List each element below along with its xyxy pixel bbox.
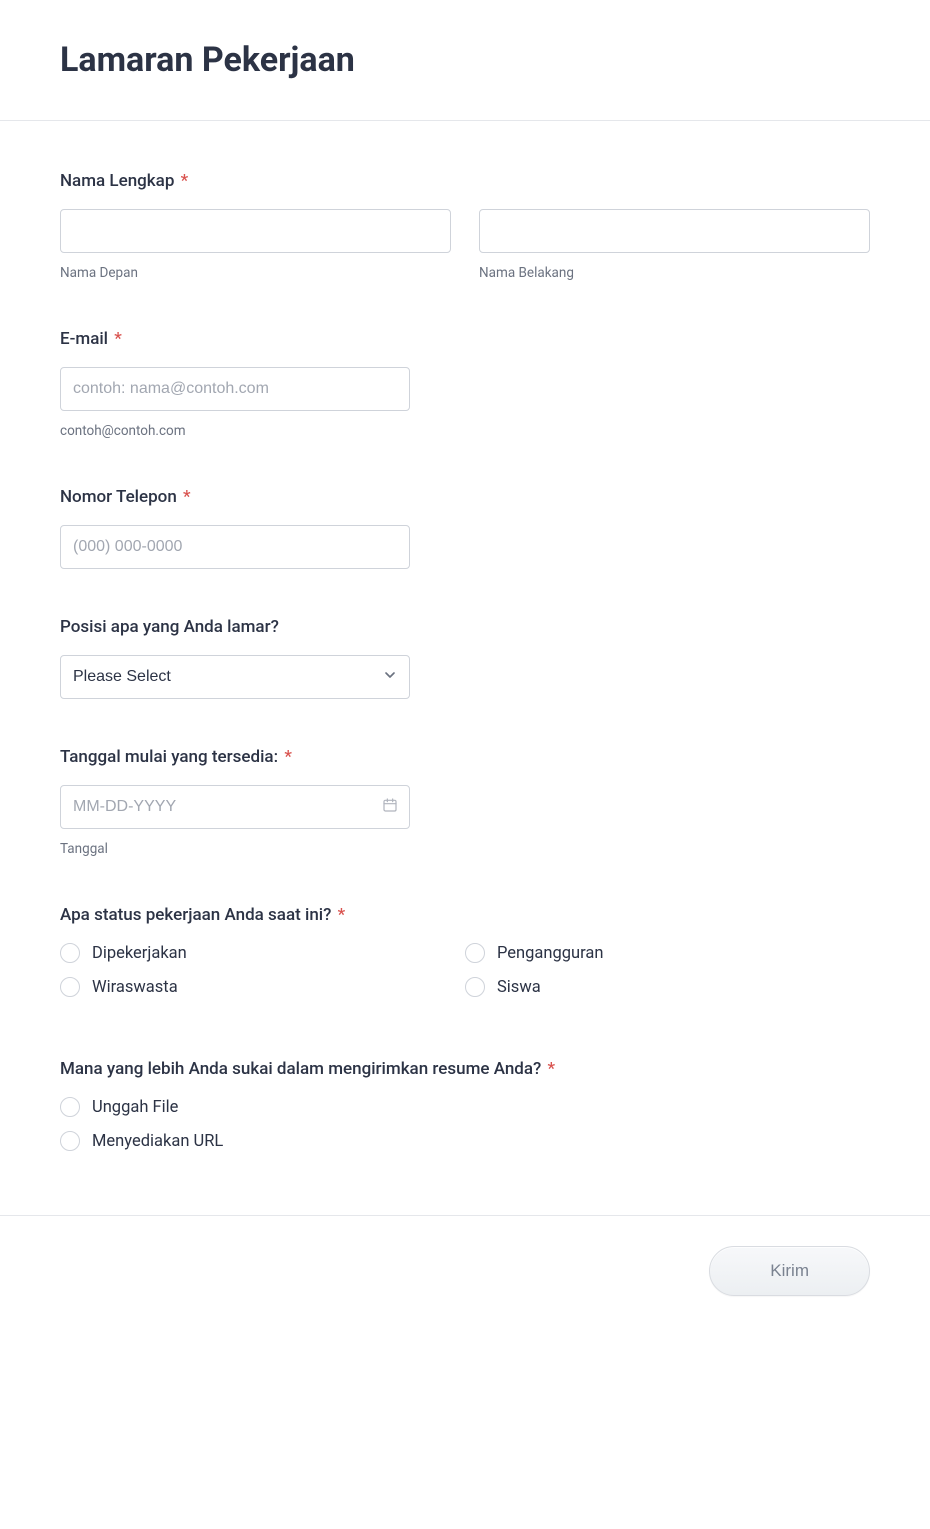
phone-input[interactable] xyxy=(60,525,410,569)
last-name-input[interactable] xyxy=(479,209,870,253)
status-option[interactable]: Pengangguran xyxy=(465,943,870,963)
position-select-value[interactable] xyxy=(60,655,410,699)
fullname-label: Nama Lengkap * xyxy=(60,171,870,191)
label-text: Posisi apa yang Anda lamar? xyxy=(60,617,279,637)
status-option[interactable]: Wiraswasta xyxy=(60,977,465,997)
required-marker: * xyxy=(183,487,191,507)
radio-icon xyxy=(465,977,485,997)
field-status: Apa status pekerjaan Anda saat ini? * Di… xyxy=(60,905,870,1011)
position-label: Posisi apa yang Anda lamar? xyxy=(60,617,870,637)
email-label: E-mail * xyxy=(60,329,870,349)
radio-label: Pengangguran xyxy=(497,944,604,963)
first-name-sublabel: Nama Depan xyxy=(60,265,451,281)
required-marker: * xyxy=(548,1059,556,1079)
status-option[interactable]: Siswa xyxy=(465,977,870,997)
label-text: Apa status pekerjaan Anda saat ini? xyxy=(60,905,331,925)
last-name-sublabel: Nama Belakang xyxy=(479,265,870,281)
label-text: Nomor Telepon xyxy=(60,487,177,507)
resume-pref-label: Mana yang lebih Anda sukai dalam mengiri… xyxy=(60,1059,870,1079)
field-phone: Nomor Telepon * xyxy=(60,487,870,569)
email-helper: contoh@contoh.com xyxy=(60,423,870,439)
phone-label: Nomor Telepon * xyxy=(60,487,870,507)
label-text: Mana yang lebih Anda sukai dalam mengiri… xyxy=(60,1059,541,1079)
field-start-date: Tanggal mulai yang tersedia: * Tanggal xyxy=(60,747,870,857)
field-fullname: Nama Lengkap * Nama Depan Nama Belakang xyxy=(60,171,870,281)
radio-label: Siswa xyxy=(497,978,541,997)
position-select[interactable] xyxy=(60,655,410,699)
required-marker: * xyxy=(284,747,292,767)
resume-pref-option[interactable]: Unggah File xyxy=(60,1097,870,1117)
start-date-input[interactable] xyxy=(60,785,410,829)
radio-icon xyxy=(60,1131,80,1151)
radio-icon xyxy=(465,943,485,963)
label-text: E-mail xyxy=(60,329,108,349)
email-input[interactable] xyxy=(60,367,410,411)
required-marker: * xyxy=(114,329,122,349)
radio-label: Unggah File xyxy=(92,1098,178,1117)
field-position: Posisi apa yang Anda lamar? xyxy=(60,617,870,699)
radio-icon xyxy=(60,1097,80,1117)
submit-button[interactable]: Kirim xyxy=(709,1246,870,1296)
status-option[interactable]: Dipekerjakan xyxy=(60,943,465,963)
first-name-input[interactable] xyxy=(60,209,451,253)
start-date-label: Tanggal mulai yang tersedia: * xyxy=(60,747,870,767)
start-date-sublabel: Tanggal xyxy=(60,841,870,857)
radio-icon xyxy=(60,943,80,963)
radio-icon xyxy=(60,977,80,997)
resume-pref-option[interactable]: Menyediakan URL xyxy=(60,1131,870,1151)
required-marker: * xyxy=(181,171,189,191)
radio-label: Wiraswasta xyxy=(92,978,178,997)
label-text: Tanggal mulai yang tersedia: xyxy=(60,747,278,767)
status-label: Apa status pekerjaan Anda saat ini? * xyxy=(60,905,870,925)
radio-label: Menyediakan URL xyxy=(92,1132,223,1151)
field-resume-pref: Mana yang lebih Anda sukai dalam mengiri… xyxy=(60,1059,870,1165)
label-text: Nama Lengkap xyxy=(60,171,174,191)
required-marker: * xyxy=(338,905,346,925)
page-title: Lamaran Pekerjaan xyxy=(60,40,870,80)
radio-label: Dipekerjakan xyxy=(92,944,187,963)
field-email: E-mail * contoh@contoh.com xyxy=(60,329,870,439)
